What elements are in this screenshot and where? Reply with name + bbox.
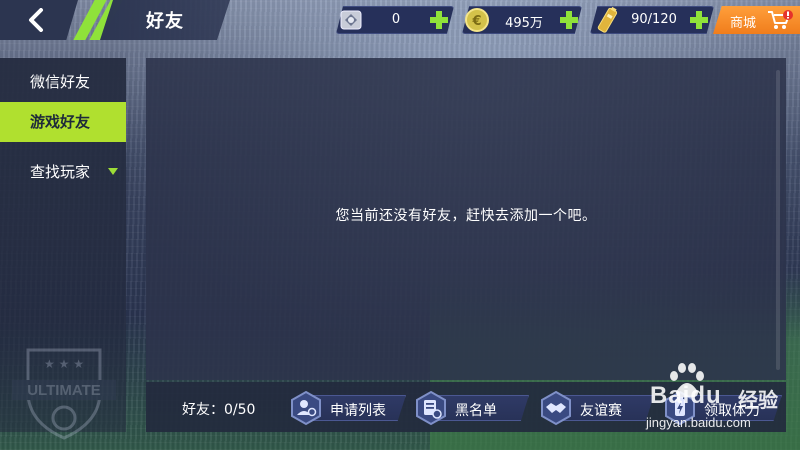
page-title: 好友	[146, 11, 184, 32]
friend-count: 好友：0/50	[182, 402, 256, 418]
shop-label: 商城	[730, 16, 757, 31]
dropdown-triangle-icon	[108, 168, 118, 175]
svg-text:★ ★ ★: ★ ★ ★	[44, 357, 84, 371]
svg-text:€: €	[471, 14, 481, 29]
sidebar-item-label: 游戏好友	[30, 113, 91, 131]
coin-value: 495万	[505, 16, 543, 31]
sidebar-item-find-players[interactable]: 查找玩家	[0, 152, 126, 192]
action-label: 申请列表	[330, 403, 386, 419]
sidebar: 微信好友 游戏好友 查找玩家 ★ ★ ★ ULTIMATE	[0, 58, 126, 440]
ticket-icon	[336, 5, 366, 35]
top-bar: 好友 0 € 495万 90/120 商城	[0, 0, 800, 40]
back-arrow-icon	[29, 8, 43, 32]
request-list-icon	[288, 390, 324, 426]
sidebar-item-label: 微信好友	[30, 73, 91, 91]
sidebar-item-wechat-friends[interactable]: 微信好友	[0, 62, 126, 102]
handshake-icon	[538, 390, 574, 426]
energy-value: 90/120	[631, 12, 677, 27]
energy-battery-icon	[592, 5, 622, 35]
watermark-url: jingyan.baidu.com	[646, 415, 751, 430]
plus-icon	[560, 11, 578, 29]
add-energy-button[interactable]	[688, 9, 710, 31]
add-coin-button[interactable]	[558, 9, 580, 31]
ticket-value: 0	[391, 12, 401, 27]
blacklist-button[interactable]: 黑名单	[413, 387, 531, 429]
sidebar-item-label: 查找玩家	[30, 163, 91, 181]
request-list-button[interactable]: 申请列表	[288, 387, 408, 429]
action-label: 黑名单	[455, 403, 497, 419]
sidebar-item-game-friends[interactable]: 游戏好友	[0, 102, 126, 142]
add-ticket-button[interactable]	[428, 9, 450, 31]
plus-icon	[690, 11, 708, 29]
cart-icon	[767, 9, 793, 35]
svg-text:ULTIMATE: ULTIMATE	[27, 382, 101, 399]
empty-message: 您当前还没有好友，赶快去添加一个吧。	[335, 208, 597, 224]
ultimate-emblem-icon: ★ ★ ★ ULTIMATE	[8, 342, 120, 446]
blacklist-icon	[413, 390, 449, 426]
back-button[interactable]	[0, 0, 78, 40]
watermark-brand: Baidu	[650, 382, 722, 409]
watermark-brand-cn: 经验	[738, 388, 778, 412]
coin-icon: €	[462, 5, 492, 35]
plus-icon	[430, 11, 448, 29]
